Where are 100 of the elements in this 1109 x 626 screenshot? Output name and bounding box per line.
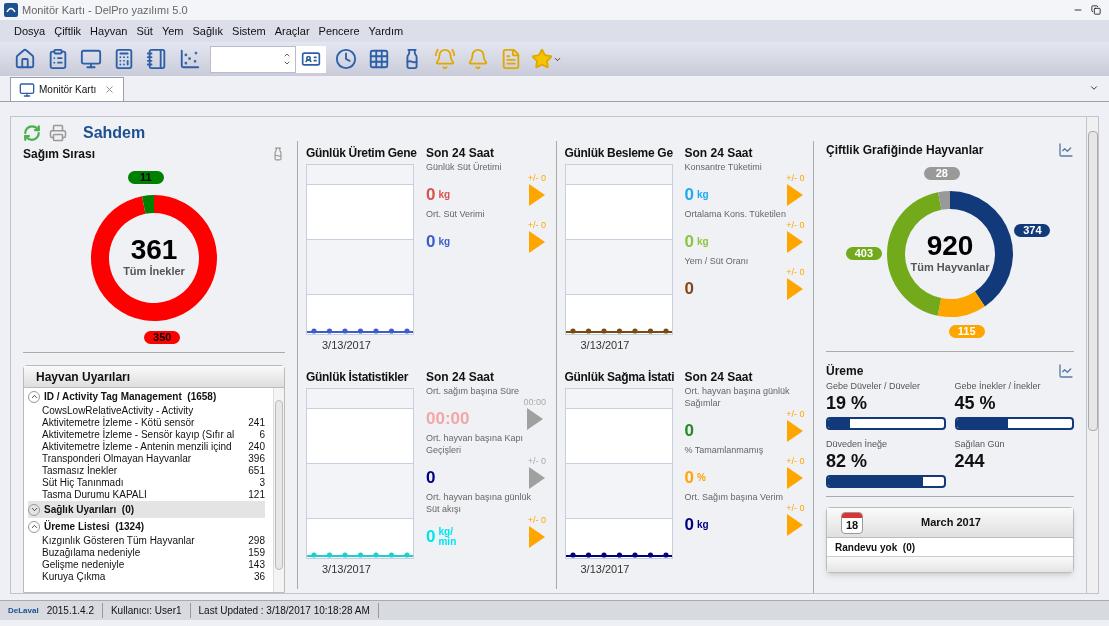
metric-label: Yem / Süt Oranı [684,255,750,267]
bottle-icon[interactable] [271,147,285,161]
refresh-icon[interactable] [23,124,41,142]
total-count: 361 [130,235,178,265]
alert-count: 298 [248,535,265,547]
clock-icon [335,48,357,70]
number-field[interactable] [210,45,296,73]
date-label: 3/13/2017 [322,561,372,577]
alert-name[interactable]: Gelişme nedeniyle [42,559,125,571]
stat-value: 19 % [826,392,869,414]
metric-value: 00:00 [426,408,470,430]
alert-count: 241 [248,417,265,429]
alert-count: 36 [253,571,265,583]
date-label: 3/13/2017 [322,337,372,353]
menu-item[interactable]: Yem [157,21,188,41]
menu-item[interactable]: Sistem [228,21,270,41]
brand-logo: DeLaval [8,604,40,617]
play-arrow-icon[interactable] [528,526,545,548]
stat-label: Düveden İneğe [826,438,889,450]
alert-name[interactable]: Kızgınlık Gösteren Tüm Hayvanlar [42,535,195,547]
metric-label: Ort. sağım başına Süre [426,385,521,397]
alert-name[interactable]: CowsLowRelativeActivity - Activity [42,405,194,417]
alert-name[interactable]: Tasma Durumu KAPALI [42,489,147,501]
line-chart-icon[interactable] [1058,142,1074,158]
close-icon[interactable] [104,84,116,95]
menu-item[interactable]: Dosya [10,21,50,41]
unit-label: % [696,473,707,483]
bell-icon [467,48,489,70]
period-title: Son 24 Saat [684,145,754,161]
change-label: 00:00 [523,397,546,408]
scatter-chart-icon [179,48,201,70]
change-label: +/- 0 [527,173,546,184]
stat-value: 45 % [954,392,997,414]
menu-item[interactable]: Araçlar [270,21,314,41]
menu-item[interactable]: Sağlık [188,21,228,41]
section-title: Sağım Sırası [23,146,96,163]
menu-item[interactable]: Hayvan [86,21,132,41]
caret-icon[interactable] [1089,83,1099,93]
alert-name[interactable]: Süt Hiç Tanınmadı [42,477,124,489]
metric-label: Ort. Sağım başına Verim [684,491,785,503]
printer-icon[interactable] [49,124,67,142]
metric-value: 0 [684,278,694,300]
restore-icon[interactable] [1091,5,1101,15]
menu-item[interactable]: Pencere [314,21,364,41]
group-header[interactable]: ID / Activity Tag Management (1658) [28,388,265,405]
monitor-icon [19,81,35,98]
menu-item[interactable]: Yardım [364,21,408,41]
metric-label: Günlük Süt Üretimi [426,161,503,173]
alert-name[interactable]: Transponderi Olmayan Hayvanlar [42,453,192,465]
play-arrow-icon[interactable] [528,184,545,206]
alert-name[interactable]: Kuruya Çıkma [42,571,106,583]
group-header[interactable]: Üreme Listesi (1324) [28,518,265,535]
count-badge: 115 [948,325,985,339]
alert-name[interactable]: Aktivitemetre İzleme - Kötü sensör [42,417,195,429]
section-title: Çiftlik Grafiğinde Hayvanlar [826,142,984,159]
section-title: Üreme [826,363,864,380]
panel-title: Günlük Besleme Ge [564,145,674,161]
grid-icon [368,48,390,70]
alert-name[interactable]: Aktivitemetre İzleme - Sensör kayıp (Sıfır al [42,429,235,441]
period-title: Son 24 Saat [684,369,754,385]
calculator-icon [113,48,135,70]
play-arrow-icon[interactable] [787,231,804,253]
play-arrow-icon[interactable] [787,420,804,442]
monitor-icon [80,48,102,70]
unit-label: kg [438,237,452,247]
total-count: 920 [926,231,974,261]
metric-value: 0 [426,231,436,253]
alert-count: 6 [259,429,265,441]
play-arrow-icon[interactable] [787,184,804,206]
window-title: Monitör Kartı - DelPro yazılımı 5.0 [22,2,188,18]
toolbar-button[interactable] [296,45,326,73]
play-arrow-icon[interactable] [787,278,804,300]
line-chart-icon[interactable] [1058,363,1074,379]
alert-name[interactable]: Aktivitemetre İzleme - Antenin menzili içind [42,441,232,453]
menu-item[interactable]: Çiftlik [50,21,86,41]
change-label: +/- 0 [527,515,546,526]
version-label: 2015.1.4.2 [46,603,103,618]
play-arrow-icon[interactable] [528,231,545,253]
metric-value: 0 [684,420,694,442]
period-title: Son 24 Saat [426,145,496,161]
scrollbar[interactable] [273,388,284,592]
scrollbar[interactable] [1086,116,1099,594]
alert-name[interactable]: Tasmasız İnekler [42,465,118,477]
period-title: Son 24 Saat [426,369,496,385]
document-tab[interactable]: Monitör Kartı [10,77,125,101]
menu-item[interactable]: Süt [132,21,157,41]
change-label: +/- 0 [786,220,805,231]
change-label: +/- 0 [786,503,805,514]
alert-name[interactable]: Buzağılama nedeniyle [42,547,141,559]
group-header[interactable]: Sağlık Uyarıları (0) [28,501,265,518]
panel-title: Günlük İstatistikler [306,369,410,385]
play-arrow-icon[interactable] [787,467,804,489]
document-icon [500,48,522,70]
play-arrow-icon[interactable] [526,408,543,430]
metric-label: Konsantre Tüketimi [684,161,763,173]
bell-icon [434,48,456,70]
unit-label: kg [696,237,710,247]
metric-value: 0 [684,467,694,489]
play-arrow-icon[interactable] [787,514,804,536]
play-arrow-icon[interactable] [528,467,545,489]
